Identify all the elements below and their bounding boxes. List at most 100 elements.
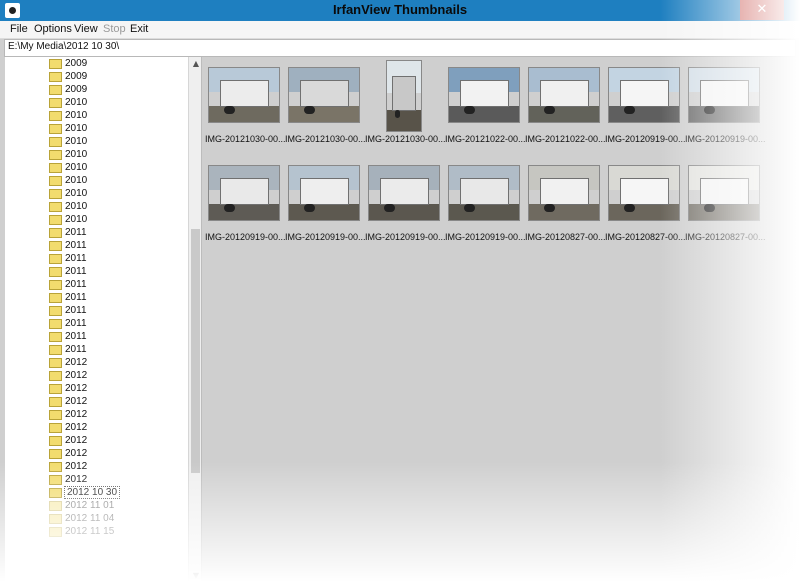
menu-file[interactable]: File	[10, 23, 28, 35]
folder-label: 2010	[65, 123, 88, 134]
thumbnail-caption: IMG-20121030-00...	[285, 134, 365, 144]
folder-tree[interactable]: 2009 2009 2009 2010 2010 2010 2010 2010 2010 2010…	[5, 57, 202, 582]
thumbnail-image[interactable]	[208, 67, 280, 123]
folder-icon	[49, 163, 62, 173]
folder-label: 2011	[65, 305, 87, 316]
folder-label: 2012 11 04	[65, 513, 115, 524]
folder-icon	[49, 72, 62, 82]
folder-icon	[49, 85, 62, 95]
folder-label: 2011	[65, 318, 87, 329]
scrollbar-thumb[interactable]	[191, 229, 200, 473]
folder-label: 2011	[65, 266, 87, 277]
irfanview-thumbnails-window: IrfanView Thumbnails ✕ File Options View…	[0, 0, 800, 582]
scroll-down-icon[interactable]: ▼	[192, 571, 200, 580]
folder-icon	[49, 475, 62, 485]
folder-icon	[49, 410, 62, 420]
folder-label: 2012	[65, 448, 88, 459]
folder-icon	[49, 423, 62, 433]
thumbnail-image[interactable]	[688, 67, 760, 123]
scroll-up-icon[interactable]: ▲	[192, 59, 200, 68]
thumbnail-caption: IMG-20120919-00...	[685, 134, 765, 144]
thumbnail-item[interactable]: IMG-20120919-00...	[445, 157, 525, 247]
thumbnail-item[interactable]: IMG-20120827-00...	[685, 157, 765, 247]
folder-icon	[49, 306, 62, 316]
title-bar[interactable]: IrfanView Thumbnails ✕	[0, 0, 800, 21]
folder-label: 2012	[65, 409, 88, 420]
menu-bar: File Options View Stop Exit	[0, 21, 800, 39]
folder-label: 2010	[65, 97, 88, 108]
thumbnail-item[interactable]: IMG-20120919-00...	[685, 59, 765, 149]
path-text: E:\My Media\2012 10 30\	[8, 41, 120, 52]
folder-icon	[49, 176, 62, 186]
folder-icon	[49, 267, 62, 277]
folder-label: 2012 11 15	[65, 526, 115, 537]
folder-icon	[49, 202, 62, 212]
thumbnail-image[interactable]	[368, 165, 440, 221]
thumbnail-item[interactable]: IMG-20120919-00...	[205, 157, 285, 247]
thumbnail-image[interactable]	[528, 165, 600, 221]
window-title: IrfanView Thumbnails	[332, 2, 468, 17]
thumbnail-item[interactable]: IMG-20121030-00...	[285, 59, 365, 149]
thumbnail-item[interactable]: IMG-20121022-00...	[525, 59, 605, 149]
thumbnail-caption: IMG-20120919-00...	[605, 134, 685, 144]
folder-icon	[49, 488, 62, 498]
folder-icon	[49, 462, 62, 472]
folder-label: 2012	[65, 461, 88, 472]
thumbnail-item[interactable]: IMG-20120827-00...	[525, 157, 605, 247]
thumbnail-image[interactable]	[448, 67, 520, 123]
path-field[interactable]: E:\My Media\2012 10 30\	[4, 39, 796, 57]
folder-tree-scrollbar[interactable]: ▲ ▼	[188, 57, 201, 582]
thumbnail-item[interactable]: IMG-20121030-00...	[205, 59, 285, 149]
folder-icon	[49, 59, 62, 69]
folder-icon	[49, 527, 62, 537]
folder-label: 2009	[65, 58, 88, 69]
folder-label: 2009	[65, 71, 88, 82]
folder-icon	[49, 215, 62, 225]
thumbnail-image[interactable]	[688, 165, 760, 221]
folder-label: 2012	[65, 396, 88, 407]
thumbnail-image[interactable]	[386, 60, 422, 132]
folder-icon	[49, 150, 62, 160]
folder-label: 2012	[65, 474, 88, 485]
thumbnail-item[interactable]: IMG-20120919-00...	[605, 59, 685, 149]
thumbnail-item[interactable]: IMG-20120827-00...	[605, 157, 685, 247]
folder-label: 2012	[65, 383, 88, 394]
folder-icon	[49, 98, 62, 108]
thumbnail-caption: IMG-20120919-00...	[205, 232, 285, 242]
thumbnail-image[interactable]	[288, 67, 360, 123]
thumbnail-image[interactable]	[208, 165, 280, 221]
folder-label: 2010	[65, 201, 88, 212]
menu-exit[interactable]: Exit	[130, 23, 148, 35]
menu-options[interactable]: Options	[34, 23, 72, 35]
folder-label: 2011	[65, 292, 87, 303]
folder-label: 2012	[65, 370, 88, 381]
folder-icon	[49, 345, 62, 355]
thumbnail-image[interactable]	[608, 165, 680, 221]
thumbnail-item[interactable]: IMG-20121022-00...	[445, 59, 525, 149]
folder-icon	[49, 371, 62, 381]
folder-icon	[49, 332, 62, 342]
thumbnail-item[interactable]: IMG-20120919-00...	[365, 157, 445, 247]
folder-label: 2012	[65, 435, 88, 446]
thumbnail-grid[interactable]: IMG-20121030-00... IMG-20121030-00... IMG-…	[205, 57, 800, 582]
menu-stop[interactable]: Stop	[103, 23, 126, 35]
close-button[interactable]: ✕	[740, 0, 784, 20]
thumbnail-image[interactable]	[528, 67, 600, 123]
folder-icon	[49, 436, 62, 446]
folder-label: 2011	[65, 240, 87, 251]
folder-label: 2011	[65, 344, 87, 355]
thumbnail-image[interactable]	[288, 165, 360, 221]
thumbnail-item[interactable]: IMG-20120919-00...	[285, 157, 365, 247]
folder-label: 2009	[65, 84, 88, 95]
thumbnail-image[interactable]	[448, 165, 520, 221]
folder-icon	[49, 319, 62, 329]
folder-label: 2011	[65, 227, 87, 238]
folder-label: 2011	[65, 331, 87, 342]
thumbnail-item[interactable]: IMG-20121030-00...	[365, 59, 445, 149]
thumbnail-image[interactable]	[608, 67, 680, 123]
thumbnail-caption: IMG-20121030-00...	[365, 134, 445, 144]
menu-view[interactable]: View	[74, 23, 98, 35]
thumbnail-caption: IMG-20120919-00...	[285, 232, 365, 242]
folder-icon	[49, 358, 62, 368]
folder-icon	[49, 501, 62, 511]
